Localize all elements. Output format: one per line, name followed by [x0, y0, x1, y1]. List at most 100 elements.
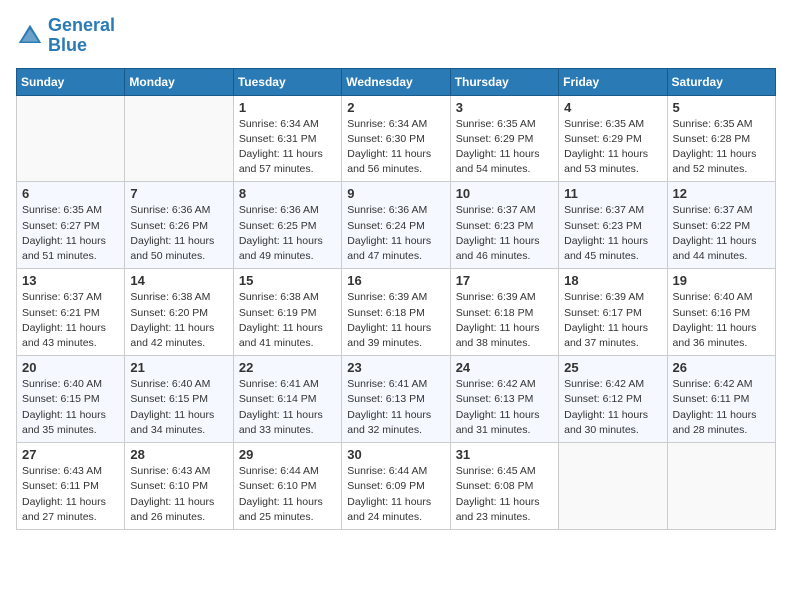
- day-info: Sunrise: 6:39 AM Sunset: 6:17 PM Dayligh…: [564, 290, 661, 351]
- day-info: Sunrise: 6:36 AM Sunset: 6:26 PM Dayligh…: [130, 203, 227, 264]
- calendar-cell: 31 Sunrise: 6:45 AM Sunset: 6:08 PM Dayl…: [450, 443, 558, 530]
- daylight: Daylight: 11 hours and 44 minutes.: [673, 235, 757, 262]
- day-number: 30: [347, 447, 444, 462]
- sunrise: Sunrise: 6:40 AM: [130, 378, 210, 390]
- daylight: Daylight: 11 hours and 35 minutes.: [22, 409, 106, 436]
- sunrise: Sunrise: 6:35 AM: [456, 118, 536, 130]
- sunrise: Sunrise: 6:39 AM: [347, 291, 427, 303]
- calendar-cell: 25 Sunrise: 6:42 AM Sunset: 6:12 PM Dayl…: [559, 356, 667, 443]
- day-number: 11: [564, 186, 661, 201]
- daylight: Daylight: 11 hours and 24 minutes.: [347, 496, 431, 523]
- sunrise: Sunrise: 6:37 AM: [456, 204, 536, 216]
- daylight: Daylight: 11 hours and 50 minutes.: [130, 235, 214, 262]
- daylight: Daylight: 11 hours and 37 minutes.: [564, 322, 648, 349]
- day-number: 20: [22, 360, 119, 375]
- calendar-cell: 22 Sunrise: 6:41 AM Sunset: 6:14 PM Dayl…: [233, 356, 341, 443]
- day-number: 2: [347, 100, 444, 115]
- calendar-cell: 15 Sunrise: 6:38 AM Sunset: 6:19 PM Dayl…: [233, 269, 341, 356]
- day-number: 4: [564, 100, 661, 115]
- day-number: 10: [456, 186, 553, 201]
- sunset: Sunset: 6:29 PM: [564, 133, 642, 145]
- calendar-cell: 13 Sunrise: 6:37 AM Sunset: 6:21 PM Dayl…: [17, 269, 125, 356]
- sunrise: Sunrise: 6:35 AM: [564, 118, 644, 130]
- page-header: General Blue: [16, 16, 776, 56]
- day-info: Sunrise: 6:37 AM Sunset: 6:23 PM Dayligh…: [564, 203, 661, 264]
- sunset: Sunset: 6:15 PM: [130, 393, 208, 405]
- calendar-cell: 19 Sunrise: 6:40 AM Sunset: 6:16 PM Dayl…: [667, 269, 775, 356]
- calendar-cell: 5 Sunrise: 6:35 AM Sunset: 6:28 PM Dayli…: [667, 95, 775, 182]
- sunrise: Sunrise: 6:42 AM: [673, 378, 753, 390]
- sunrise: Sunrise: 6:41 AM: [239, 378, 319, 390]
- daylight: Daylight: 11 hours and 34 minutes.: [130, 409, 214, 436]
- day-info: Sunrise: 6:40 AM Sunset: 6:15 PM Dayligh…: [130, 377, 227, 438]
- day-number: 21: [130, 360, 227, 375]
- calendar-cell: 1 Sunrise: 6:34 AM Sunset: 6:31 PM Dayli…: [233, 95, 341, 182]
- sunrise: Sunrise: 6:42 AM: [564, 378, 644, 390]
- daylight: Daylight: 11 hours and 33 minutes.: [239, 409, 323, 436]
- sunrise: Sunrise: 6:35 AM: [22, 204, 102, 216]
- sunset: Sunset: 6:23 PM: [456, 220, 534, 232]
- calendar-week-4: 20 Sunrise: 6:40 AM Sunset: 6:15 PM Dayl…: [17, 356, 776, 443]
- sunset: Sunset: 6:29 PM: [456, 133, 534, 145]
- sunrise: Sunrise: 6:44 AM: [239, 465, 319, 477]
- sunset: Sunset: 6:19 PM: [239, 307, 317, 319]
- header-friday: Friday: [559, 68, 667, 95]
- calendar-cell: 2 Sunrise: 6:34 AM Sunset: 6:30 PM Dayli…: [342, 95, 450, 182]
- daylight: Daylight: 11 hours and 54 minutes.: [456, 148, 540, 175]
- calendar-cell: 30 Sunrise: 6:44 AM Sunset: 6:09 PM Dayl…: [342, 443, 450, 530]
- sunset: Sunset: 6:11 PM: [22, 480, 99, 492]
- header-thursday: Thursday: [450, 68, 558, 95]
- calendar-cell: 21 Sunrise: 6:40 AM Sunset: 6:15 PM Dayl…: [125, 356, 233, 443]
- daylight: Daylight: 11 hours and 51 minutes.: [22, 235, 106, 262]
- daylight: Daylight: 11 hours and 42 minutes.: [130, 322, 214, 349]
- day-number: 26: [673, 360, 770, 375]
- day-info: Sunrise: 6:35 AM Sunset: 6:28 PM Dayligh…: [673, 117, 770, 178]
- sunrise: Sunrise: 6:38 AM: [130, 291, 210, 303]
- sunrise: Sunrise: 6:37 AM: [22, 291, 102, 303]
- day-info: Sunrise: 6:41 AM Sunset: 6:13 PM Dayligh…: [347, 377, 444, 438]
- sunrise: Sunrise: 6:43 AM: [130, 465, 210, 477]
- sunset: Sunset: 6:27 PM: [22, 220, 100, 232]
- calendar-cell: 7 Sunrise: 6:36 AM Sunset: 6:26 PM Dayli…: [125, 182, 233, 269]
- daylight: Daylight: 11 hours and 30 minutes.: [564, 409, 648, 436]
- sunrise: Sunrise: 6:40 AM: [22, 378, 102, 390]
- day-number: 22: [239, 360, 336, 375]
- daylight: Daylight: 11 hours and 47 minutes.: [347, 235, 431, 262]
- sunset: Sunset: 6:09 PM: [347, 480, 425, 492]
- day-info: Sunrise: 6:41 AM Sunset: 6:14 PM Dayligh…: [239, 377, 336, 438]
- daylight: Daylight: 11 hours and 46 minutes.: [456, 235, 540, 262]
- day-info: Sunrise: 6:37 AM Sunset: 6:23 PM Dayligh…: [456, 203, 553, 264]
- sunset: Sunset: 6:20 PM: [130, 307, 208, 319]
- sunrise: Sunrise: 6:43 AM: [22, 465, 102, 477]
- sunset: Sunset: 6:31 PM: [239, 133, 317, 145]
- daylight: Daylight: 11 hours and 56 minutes.: [347, 148, 431, 175]
- calendar-cell: 16 Sunrise: 6:39 AM Sunset: 6:18 PM Dayl…: [342, 269, 450, 356]
- day-number: 9: [347, 186, 444, 201]
- sunrise: Sunrise: 6:37 AM: [673, 204, 753, 216]
- calendar-cell: 18 Sunrise: 6:39 AM Sunset: 6:17 PM Dayl…: [559, 269, 667, 356]
- day-info: Sunrise: 6:35 AM Sunset: 6:27 PM Dayligh…: [22, 203, 119, 264]
- sunrise: Sunrise: 6:40 AM: [673, 291, 753, 303]
- sunset: Sunset: 6:13 PM: [347, 393, 425, 405]
- sunrise: Sunrise: 6:38 AM: [239, 291, 319, 303]
- day-number: 25: [564, 360, 661, 375]
- calendar-cell: 14 Sunrise: 6:38 AM Sunset: 6:20 PM Dayl…: [125, 269, 233, 356]
- sunset: Sunset: 6:10 PM: [239, 480, 317, 492]
- daylight: Daylight: 11 hours and 26 minutes.: [130, 496, 214, 523]
- sunset: Sunset: 6:26 PM: [130, 220, 208, 232]
- day-info: Sunrise: 6:38 AM Sunset: 6:19 PM Dayligh…: [239, 290, 336, 351]
- calendar-cell: 28 Sunrise: 6:43 AM Sunset: 6:10 PM Dayl…: [125, 443, 233, 530]
- calendar-week-1: 1 Sunrise: 6:34 AM Sunset: 6:31 PM Dayli…: [17, 95, 776, 182]
- day-number: 13: [22, 273, 119, 288]
- header-tuesday: Tuesday: [233, 68, 341, 95]
- calendar-cell: 26 Sunrise: 6:42 AM Sunset: 6:11 PM Dayl…: [667, 356, 775, 443]
- day-number: 3: [456, 100, 553, 115]
- day-info: Sunrise: 6:42 AM Sunset: 6:13 PM Dayligh…: [456, 377, 553, 438]
- day-number: 24: [456, 360, 553, 375]
- sunset: Sunset: 6:17 PM: [564, 307, 642, 319]
- sunset: Sunset: 6:13 PM: [456, 393, 534, 405]
- day-info: Sunrise: 6:45 AM Sunset: 6:08 PM Dayligh…: [456, 464, 553, 525]
- sunset: Sunset: 6:12 PM: [564, 393, 642, 405]
- day-number: 8: [239, 186, 336, 201]
- day-info: Sunrise: 6:36 AM Sunset: 6:24 PM Dayligh…: [347, 203, 444, 264]
